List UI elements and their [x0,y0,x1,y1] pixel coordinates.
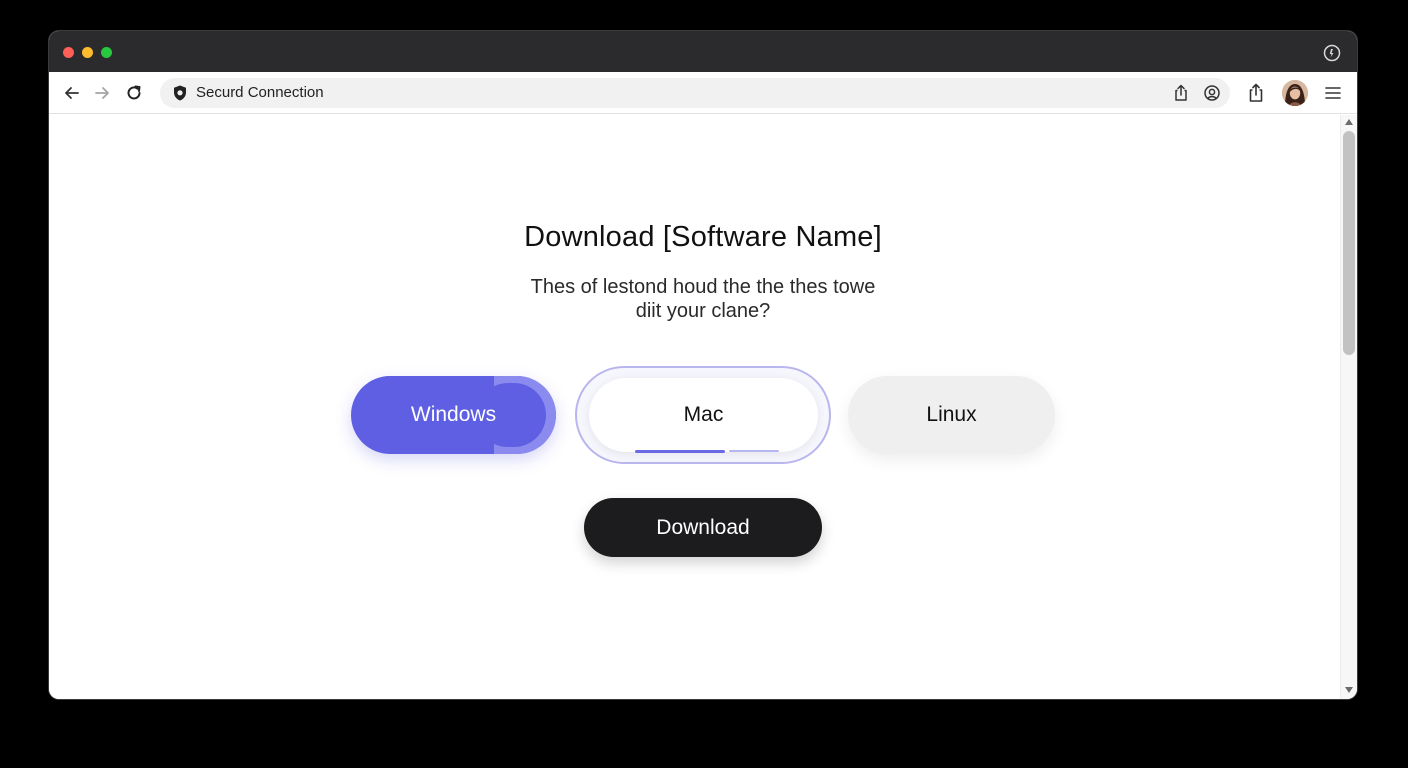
os-option-label: Mac [683,403,724,426]
vertical-scrollbar[interactable] [1340,115,1357,699]
os-option-label: Windows [410,403,497,426]
page-content: Download [Software Name] Thes of lestond… [49,115,1340,699]
maximize-window-button[interactable] [101,47,112,58]
os-option-label: Linux [926,403,977,426]
forward-arrow-icon[interactable] [91,82,113,104]
address-text[interactable]: Securd Connection [196,84,324,102]
os-option-windows[interactable]: Windows [351,376,556,454]
scroll-down-arrow-icon[interactable] [1345,687,1353,693]
reload-icon[interactable] [123,82,145,104]
os-option-linux[interactable]: Linux [848,376,1055,454]
page-subtitle-line-2: diit your clane? [635,300,771,322]
selected-indicator-tail [729,450,779,452]
minimize-window-button[interactable] [82,47,93,58]
scroll-up-arrow-icon[interactable] [1345,119,1353,125]
lens-icon[interactable] [1202,83,1222,103]
os-option-mac[interactable]: Mac [589,378,818,452]
download-button[interactable]: Download [584,498,822,557]
scrollbar-thumb[interactable] [1343,131,1355,355]
browser-toolbar: Securd Connection [49,72,1357,114]
avatar[interactable] [1282,80,1308,106]
page-title: Download [Software Name] [524,221,882,253]
share-icon[interactable] [1246,82,1266,104]
back-arrow-icon[interactable] [61,82,83,104]
shield-icon[interactable] [171,84,189,102]
page-subtitle-line-1: Thes of lestond houd the the thes towe [530,276,876,298]
extension-icon[interactable] [1323,44,1341,62]
address-bar[interactable]: Securd Connection [160,78,1230,108]
browser-window: Securd Connection Download [Software Nam… [49,31,1357,699]
hamburger-menu-icon[interactable] [1324,84,1342,102]
close-window-button[interactable] [63,47,74,58]
title-bar [49,31,1357,72]
share-icon[interactable] [1171,83,1191,103]
page-subtitle: Thes of lestond houd the the thes towe d… [49,275,1357,323]
selected-indicator [635,450,725,453]
